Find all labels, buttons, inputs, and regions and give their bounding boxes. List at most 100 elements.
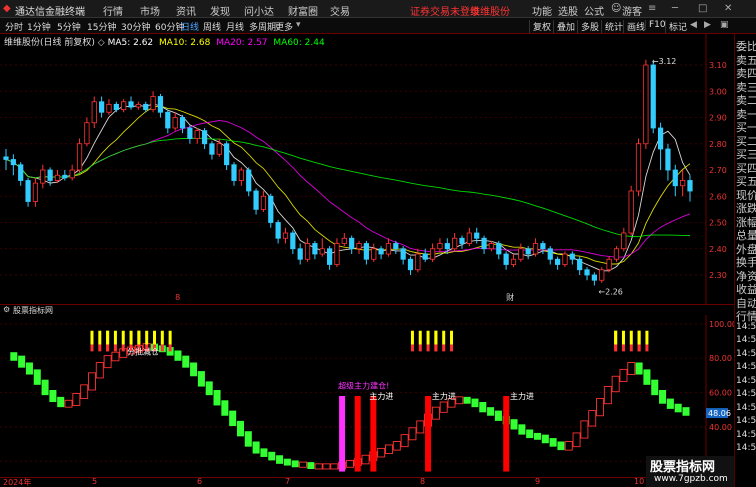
menu-item-news[interactable]: 资讯 bbox=[176, 3, 196, 18]
menu-item-function[interactable]: 功能 bbox=[532, 3, 552, 18]
indicator-bar bbox=[541, 434, 549, 444]
tab-more[interactable]: 更多 bbox=[275, 20, 293, 33]
current-value-label: 48.06 bbox=[708, 409, 731, 418]
tab-multi-period[interactable]: 多周期 bbox=[249, 20, 276, 33]
signal-label: 超级主力建仓! bbox=[338, 381, 389, 391]
indicator-bar bbox=[643, 369, 651, 385]
candle bbox=[143, 103, 149, 111]
candle bbox=[488, 243, 495, 250]
user-icon[interactable]: ☺ bbox=[611, 3, 621, 14]
candle bbox=[569, 253, 575, 260]
candle bbox=[459, 237, 465, 244]
indicator-bar bbox=[549, 438, 557, 447]
tab-15min[interactable]: 15分钟 bbox=[87, 20, 116, 33]
signal-bar bbox=[410, 344, 414, 352]
indicator-bar bbox=[49, 389, 57, 403]
sidebar-label: 14:5 bbox=[736, 416, 756, 426]
prev-icon[interactable]: ◀ bbox=[690, 20, 697, 30]
indicator-bar bbox=[674, 403, 682, 413]
tab-5min[interactable]: 5分钟 bbox=[57, 20, 81, 33]
candle bbox=[591, 274, 597, 281]
tab-1min[interactable]: 1分钟 bbox=[27, 20, 51, 33]
indicator-bar bbox=[479, 402, 487, 413]
candle bbox=[69, 169, 75, 179]
tab-intraday[interactable]: 分时 bbox=[5, 20, 23, 33]
signal-bar bbox=[434, 330, 438, 345]
candle bbox=[47, 169, 53, 181]
indicator-chart[interactable]: 100.0080.0060.0040.0020.0048.06超级主力建仓!主力… bbox=[0, 315, 734, 477]
candle bbox=[628, 190, 634, 234]
multi-stock-button[interactable]: 多股 bbox=[577, 20, 602, 33]
candle bbox=[356, 243, 362, 250]
candle bbox=[349, 237, 355, 250]
signal-bar bbox=[442, 344, 446, 352]
maximize-icon[interactable]: □ bbox=[698, 3, 707, 14]
stock-link[interactable]: 维维股份 bbox=[470, 3, 510, 18]
menu-item-trade[interactable]: 交易 bbox=[330, 3, 350, 18]
signal-bar bbox=[121, 344, 125, 352]
close-icon[interactable]: ✕ bbox=[724, 3, 732, 14]
candle bbox=[157, 96, 164, 113]
menu-item-exchange[interactable]: 市场 bbox=[140, 3, 160, 18]
ma10-line bbox=[5, 105, 691, 265]
menu-item-wealth[interactable]: 财富圈 bbox=[288, 3, 318, 18]
indicator-bar bbox=[276, 455, 284, 464]
candle bbox=[268, 195, 274, 223]
indicator-bar bbox=[510, 419, 518, 430]
mark-button[interactable]: 标记 bbox=[665, 20, 690, 33]
signal-bar bbox=[98, 330, 102, 345]
candle bbox=[135, 103, 141, 108]
overlay-button[interactable]: 叠加 bbox=[553, 20, 578, 33]
tab-daily[interactable]: 日线 bbox=[181, 20, 199, 33]
month-marker: 8 bbox=[175, 293, 180, 302]
signal-spike bbox=[503, 396, 510, 472]
app-title: 通达信金融终端 bbox=[15, 7, 85, 18]
candle bbox=[555, 258, 561, 265]
y-tick-label: 2.80 bbox=[709, 140, 727, 149]
signal-bar bbox=[450, 344, 454, 352]
menu-item-market[interactable]: 行情 bbox=[103, 3, 123, 18]
indicator-bar bbox=[619, 368, 628, 382]
menu-item-ask[interactable]: 问小达 bbox=[244, 3, 274, 18]
price-chart[interactable]: 3.10 3.00 2.90 2.80 2.70 2.60 2.50 2.40 2.30 ←3.1… bbox=[0, 34, 734, 304]
indicator-bar bbox=[229, 410, 237, 427]
candle bbox=[672, 169, 678, 187]
y-tick-label: 2.60 bbox=[709, 192, 727, 201]
indicator-bar bbox=[400, 434, 409, 448]
menu-item-discover[interactable]: 发现 bbox=[210, 3, 230, 18]
menu-item-stock-pick[interactable]: 选股 bbox=[558, 3, 578, 18]
indicator-settings-icon[interactable]: ⚙ bbox=[3, 305, 10, 314]
tab-weekly[interactable]: 周线 bbox=[203, 20, 221, 33]
candle bbox=[606, 258, 612, 271]
signal-bar bbox=[137, 330, 141, 345]
indicator-bar bbox=[588, 410, 597, 427]
menu-item-guest[interactable]: 游客 bbox=[622, 3, 642, 18]
candle bbox=[113, 103, 119, 111]
signal-bar bbox=[418, 344, 422, 352]
signal-bar bbox=[629, 330, 633, 345]
panel-toggle-icon[interactable]: ▣ bbox=[720, 20, 729, 30]
candle bbox=[172, 117, 178, 129]
signal-bar bbox=[621, 330, 625, 345]
indicator-bar bbox=[572, 432, 581, 448]
tab-30min[interactable]: 30分钟 bbox=[121, 20, 150, 33]
time-axis bbox=[0, 477, 734, 487]
chevron-down-icon[interactable]: ▾ bbox=[296, 20, 301, 30]
candle bbox=[84, 122, 90, 145]
tab-monthly[interactable]: 月线 bbox=[226, 20, 244, 33]
settings-icon[interactable]: ≡ bbox=[648, 3, 656, 14]
sidebar-label: 14:5 bbox=[736, 389, 756, 399]
minimize-icon[interactable]: ─ bbox=[672, 3, 678, 14]
menu-item-formula[interactable]: 公式 bbox=[584, 3, 604, 18]
ma5-line bbox=[5, 103, 691, 272]
signal-bar bbox=[614, 330, 618, 345]
candle bbox=[179, 117, 186, 129]
restore-rights-button[interactable]: 复权 bbox=[529, 20, 554, 33]
candle bbox=[650, 64, 656, 129]
candle bbox=[99, 101, 105, 113]
next-icon[interactable]: ▶ bbox=[704, 20, 711, 30]
y-tick-label: 2.90 bbox=[709, 114, 727, 123]
candle bbox=[378, 248, 384, 255]
signal-bar bbox=[426, 344, 430, 352]
candle bbox=[363, 243, 369, 260]
